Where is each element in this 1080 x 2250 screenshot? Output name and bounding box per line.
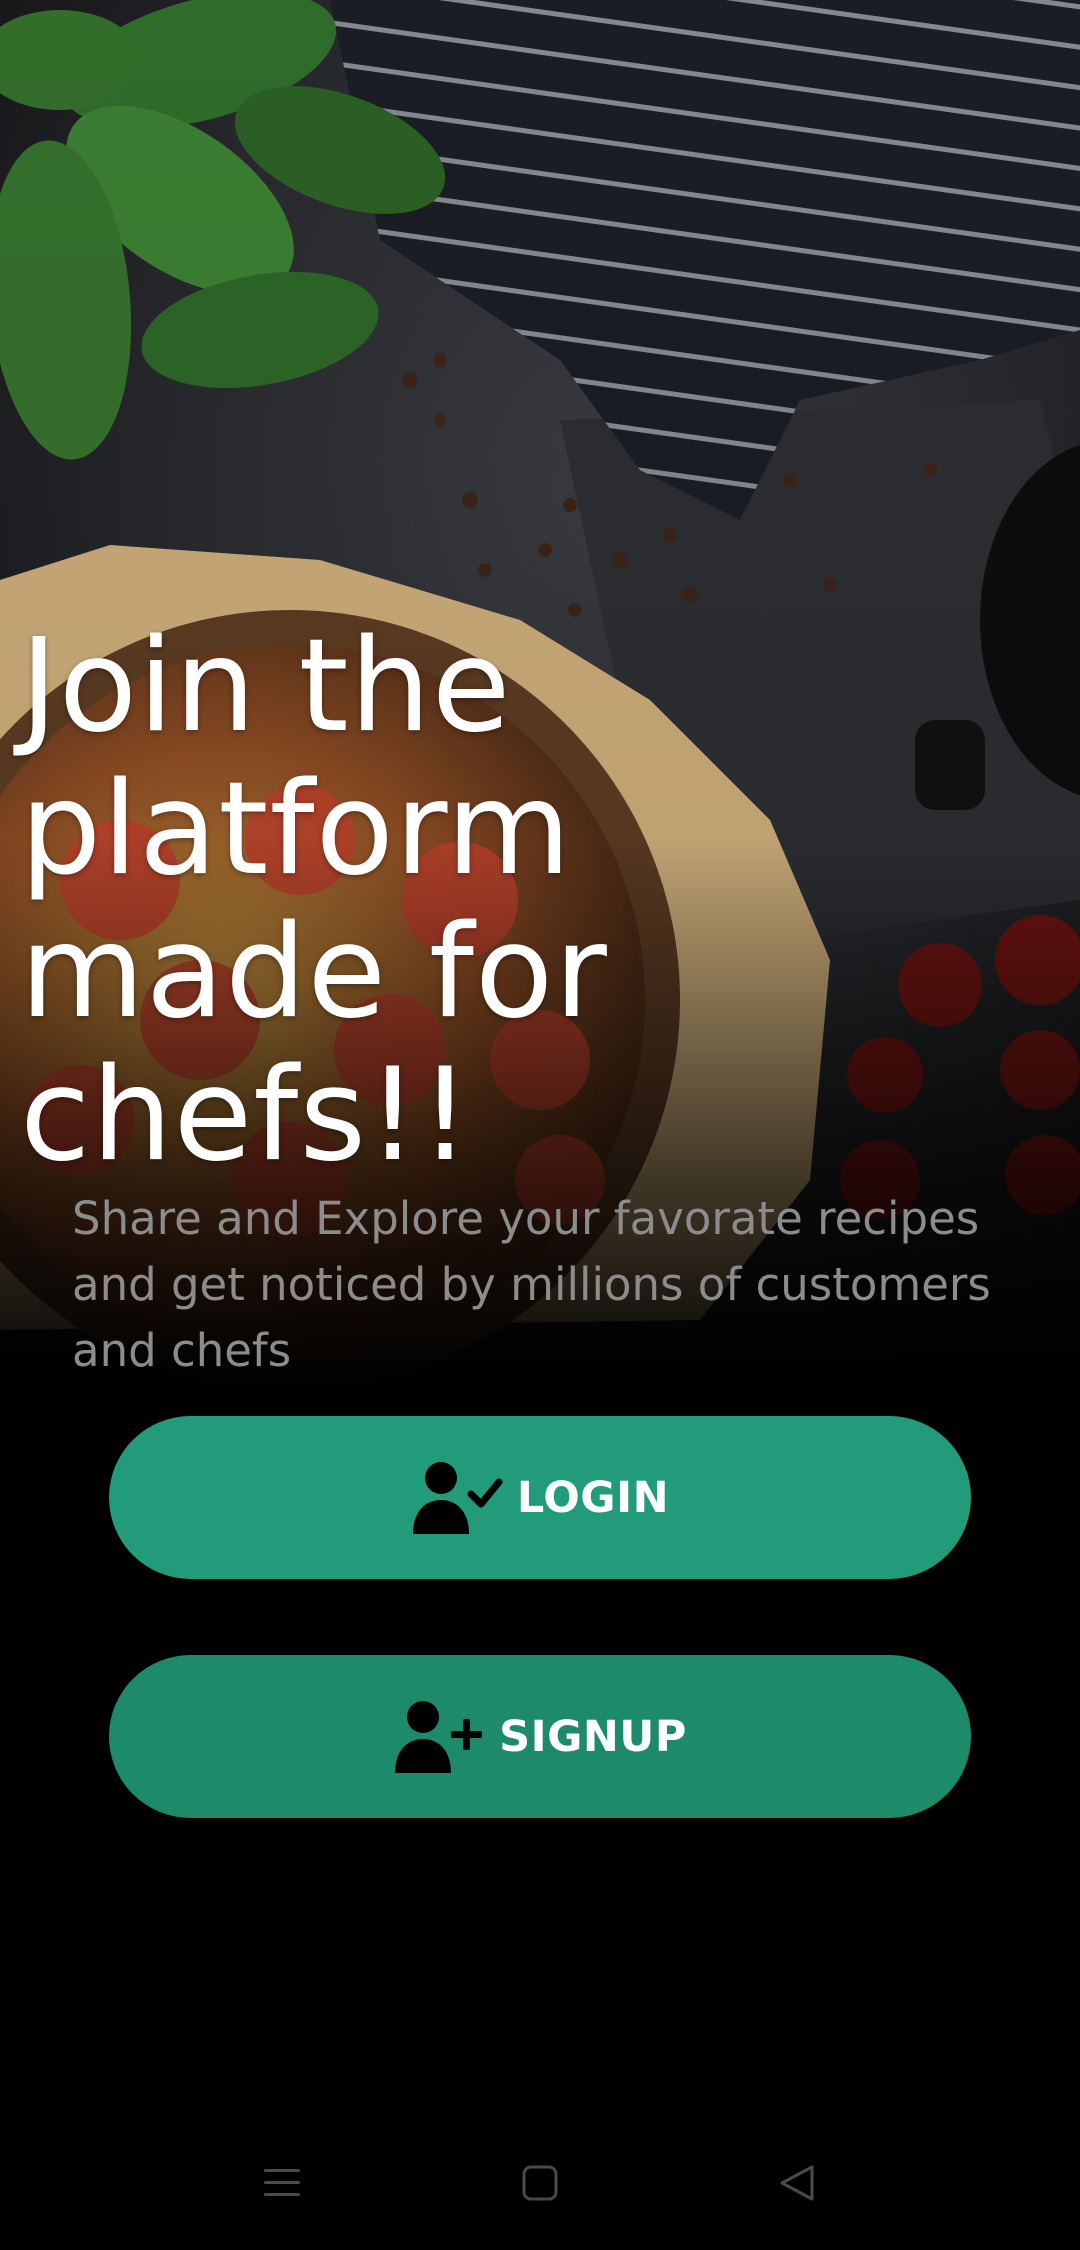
nav-back-button[interactable] bbox=[762, 2150, 832, 2220]
page-subtitle: Share and Explore your favorate recipes … bbox=[72, 1192, 991, 1377]
user-check-icon bbox=[411, 1460, 503, 1536]
user-plus-icon bbox=[393, 1699, 485, 1775]
login-button[interactable]: LOGIN bbox=[109, 1416, 971, 1579]
login-button-label: LOGIN bbox=[516, 1472, 670, 1523]
headline-line-4: chefs!! bbox=[20, 1041, 472, 1190]
nav-home-button[interactable] bbox=[505, 2150, 575, 2220]
home-square-icon bbox=[521, 2164, 559, 2206]
headline-line-1: Join the bbox=[20, 612, 512, 761]
headline-line-2: platform bbox=[20, 755, 572, 904]
menu-lines-icon bbox=[262, 2166, 302, 2204]
back-triangle-icon bbox=[778, 2163, 816, 2207]
nav-menu-button[interactable] bbox=[247, 2150, 317, 2220]
system-nav-bar bbox=[0, 2140, 1080, 2230]
signup-button-label: SIGNUP bbox=[499, 1711, 687, 1762]
headline-line-3: made for bbox=[20, 898, 608, 1047]
page-title: Join the platform made for chefs!! bbox=[20, 615, 1020, 1187]
signup-button[interactable]: SIGNUP bbox=[109, 1655, 971, 1818]
welcome-screen: Join the platform made for chefs!! Share… bbox=[0, 0, 1080, 2250]
